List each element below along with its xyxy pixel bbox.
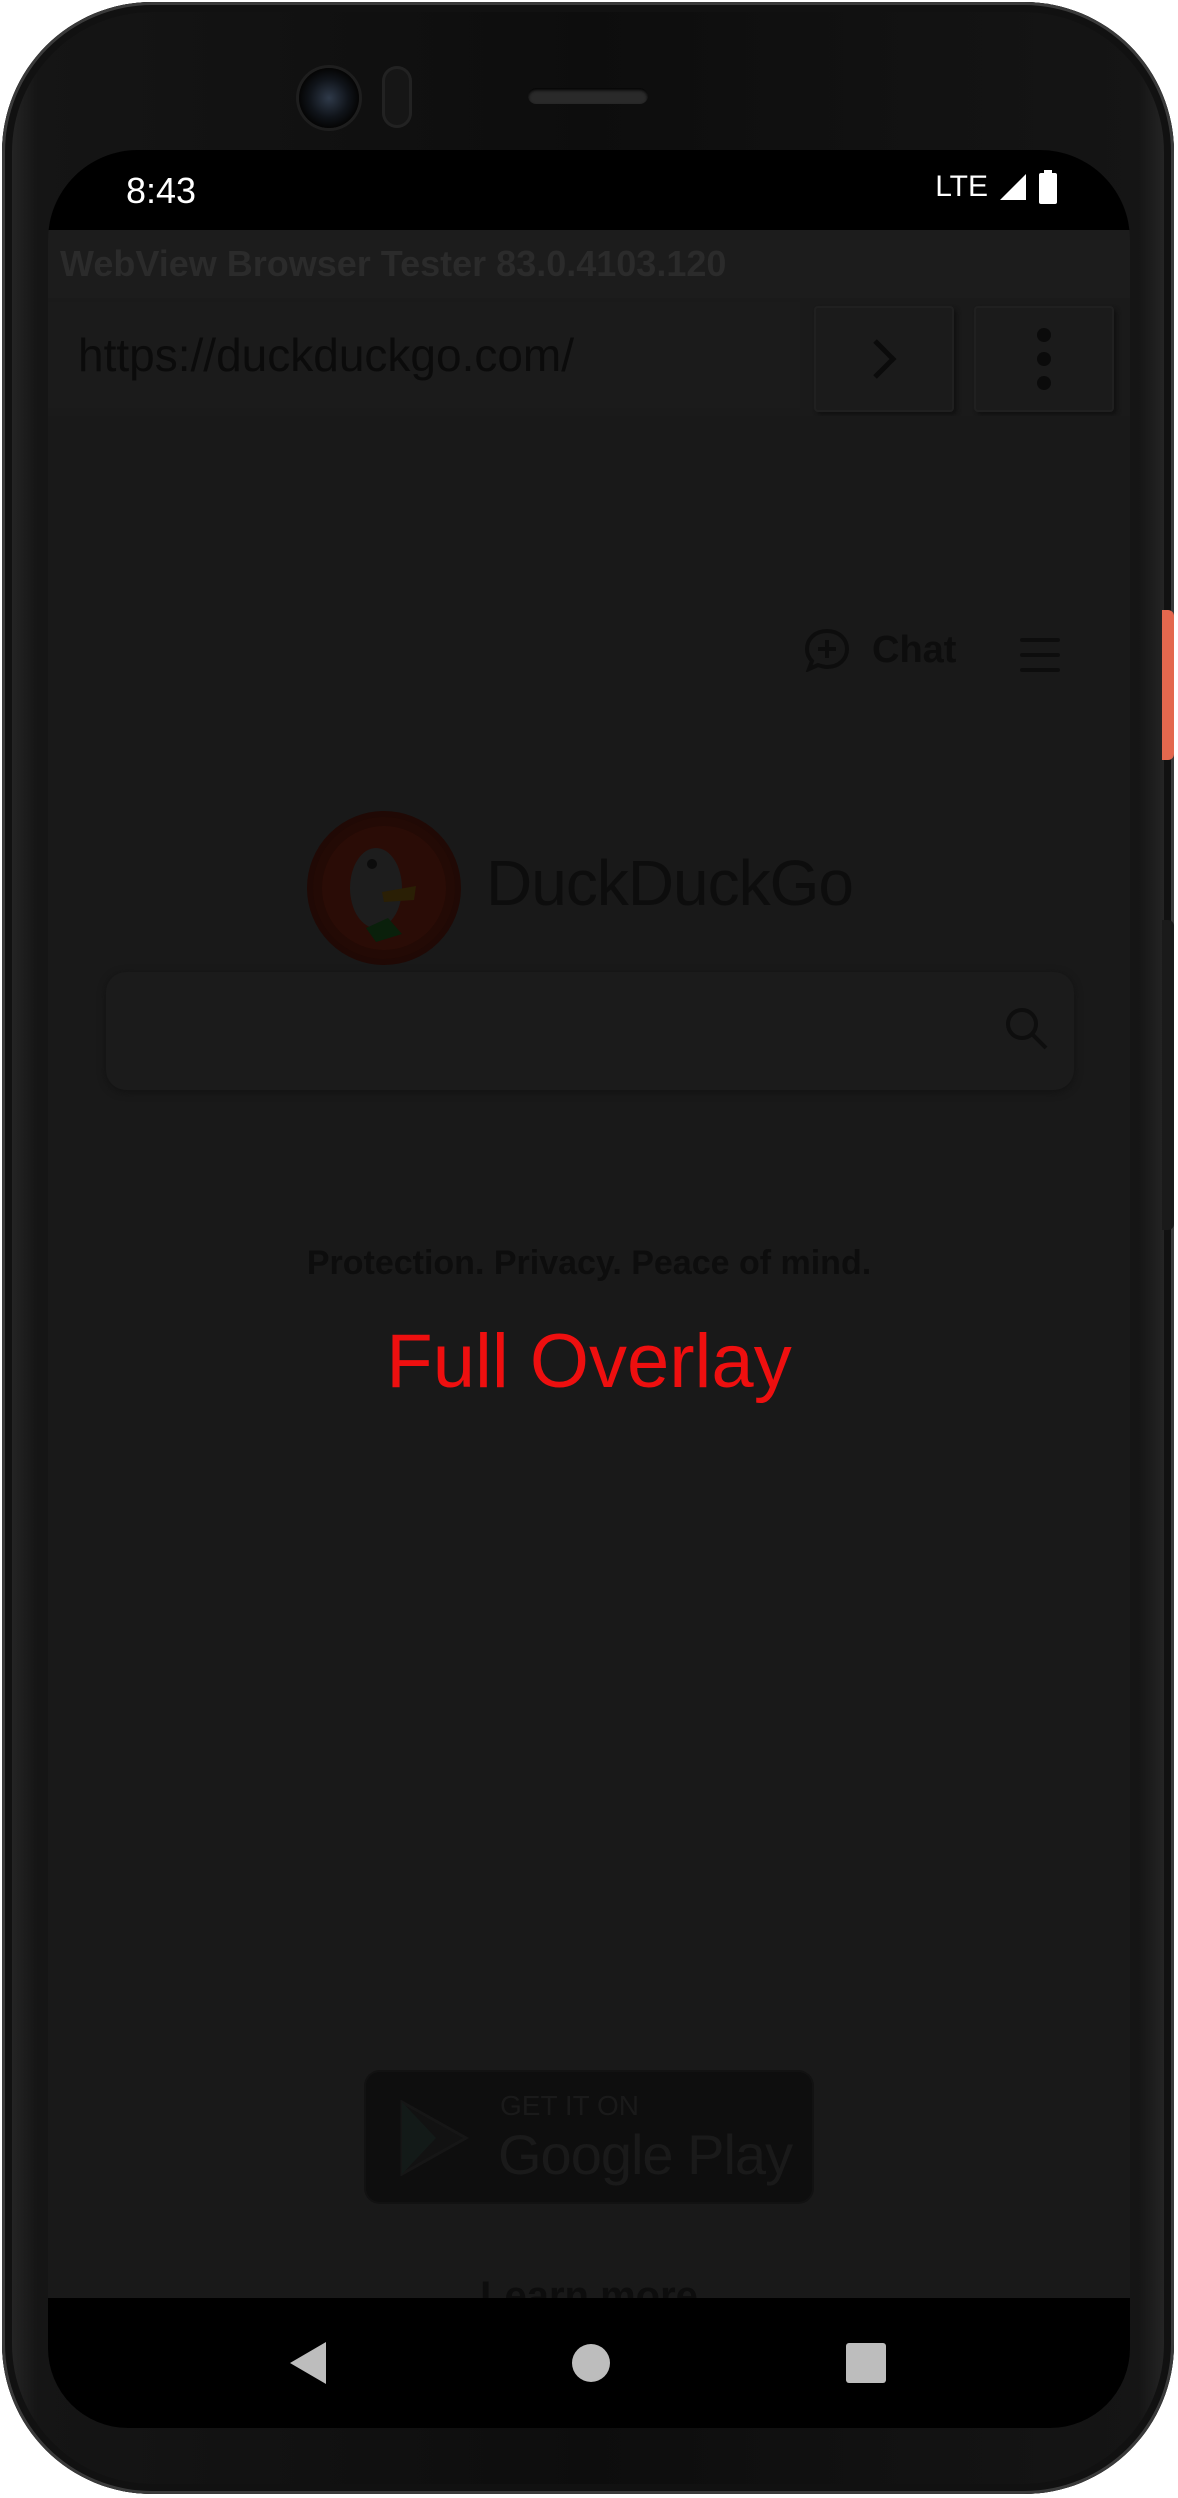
chat-link[interactable]: Chat bbox=[804, 628, 956, 672]
signal-icon bbox=[1000, 174, 1026, 200]
screen: 8:43 LTE WebView Browser Tester 83.0.410… bbox=[48, 150, 1130, 2428]
volume-button bbox=[1162, 920, 1174, 1230]
front-camera bbox=[299, 68, 359, 128]
status-bar: 8:43 LTE bbox=[48, 150, 1130, 230]
chat-icon bbox=[804, 628, 850, 672]
more-vert-icon bbox=[1037, 328, 1051, 390]
earpiece-speaker bbox=[528, 88, 648, 104]
system-nav-bar bbox=[48, 2298, 1130, 2428]
duckduckgo-logo-icon bbox=[307, 811, 461, 965]
google-play-badge[interactable]: GET IT ON Google Play bbox=[366, 2072, 812, 2202]
recents-icon[interactable] bbox=[844, 2338, 888, 2388]
play-badge-small-text: GET IT ON bbox=[500, 2090, 639, 2121]
url-input[interactable] bbox=[48, 302, 800, 408]
play-badge-big-text: Google Play bbox=[498, 2123, 793, 2186]
hamburger-menu-icon[interactable] bbox=[1020, 638, 1060, 672]
power-button bbox=[1162, 610, 1174, 760]
search-icon[interactable] bbox=[1002, 1004, 1050, 1052]
overflow-menu-button[interactable] bbox=[974, 306, 1114, 412]
tagline: Protection. Privacy. Peace of mind. bbox=[306, 1244, 872, 1282]
status-time: 8:43 bbox=[126, 170, 197, 211]
back-icon[interactable] bbox=[286, 2338, 330, 2388]
webview-content: Chat DuckDuckGo Protection. Privacy. Pea… bbox=[48, 416, 1130, 2428]
network-type: LTE bbox=[935, 170, 988, 203]
url-bar bbox=[48, 298, 1130, 416]
google-play-icon bbox=[400, 2100, 470, 2176]
chat-label: Chat bbox=[872, 628, 957, 671]
search-input[interactable] bbox=[106, 972, 1074, 1090]
phone-frame: 8:43 LTE WebView Browser Tester 83.0.410… bbox=[2, 2, 1174, 2494]
chevron-right-icon bbox=[873, 339, 897, 379]
full-overlay-label: Full Overlay bbox=[386, 1319, 792, 1404]
brand-wordmark: DuckDuckGo bbox=[486, 847, 854, 919]
proximity-sensor bbox=[382, 66, 412, 128]
status-icons: LTE bbox=[935, 170, 1058, 204]
app-title: WebView Browser Tester 83.0.4103.120 bbox=[48, 230, 1130, 298]
home-icon[interactable] bbox=[570, 2338, 612, 2388]
battery-icon bbox=[1039, 170, 1057, 204]
go-button[interactable] bbox=[814, 306, 954, 412]
